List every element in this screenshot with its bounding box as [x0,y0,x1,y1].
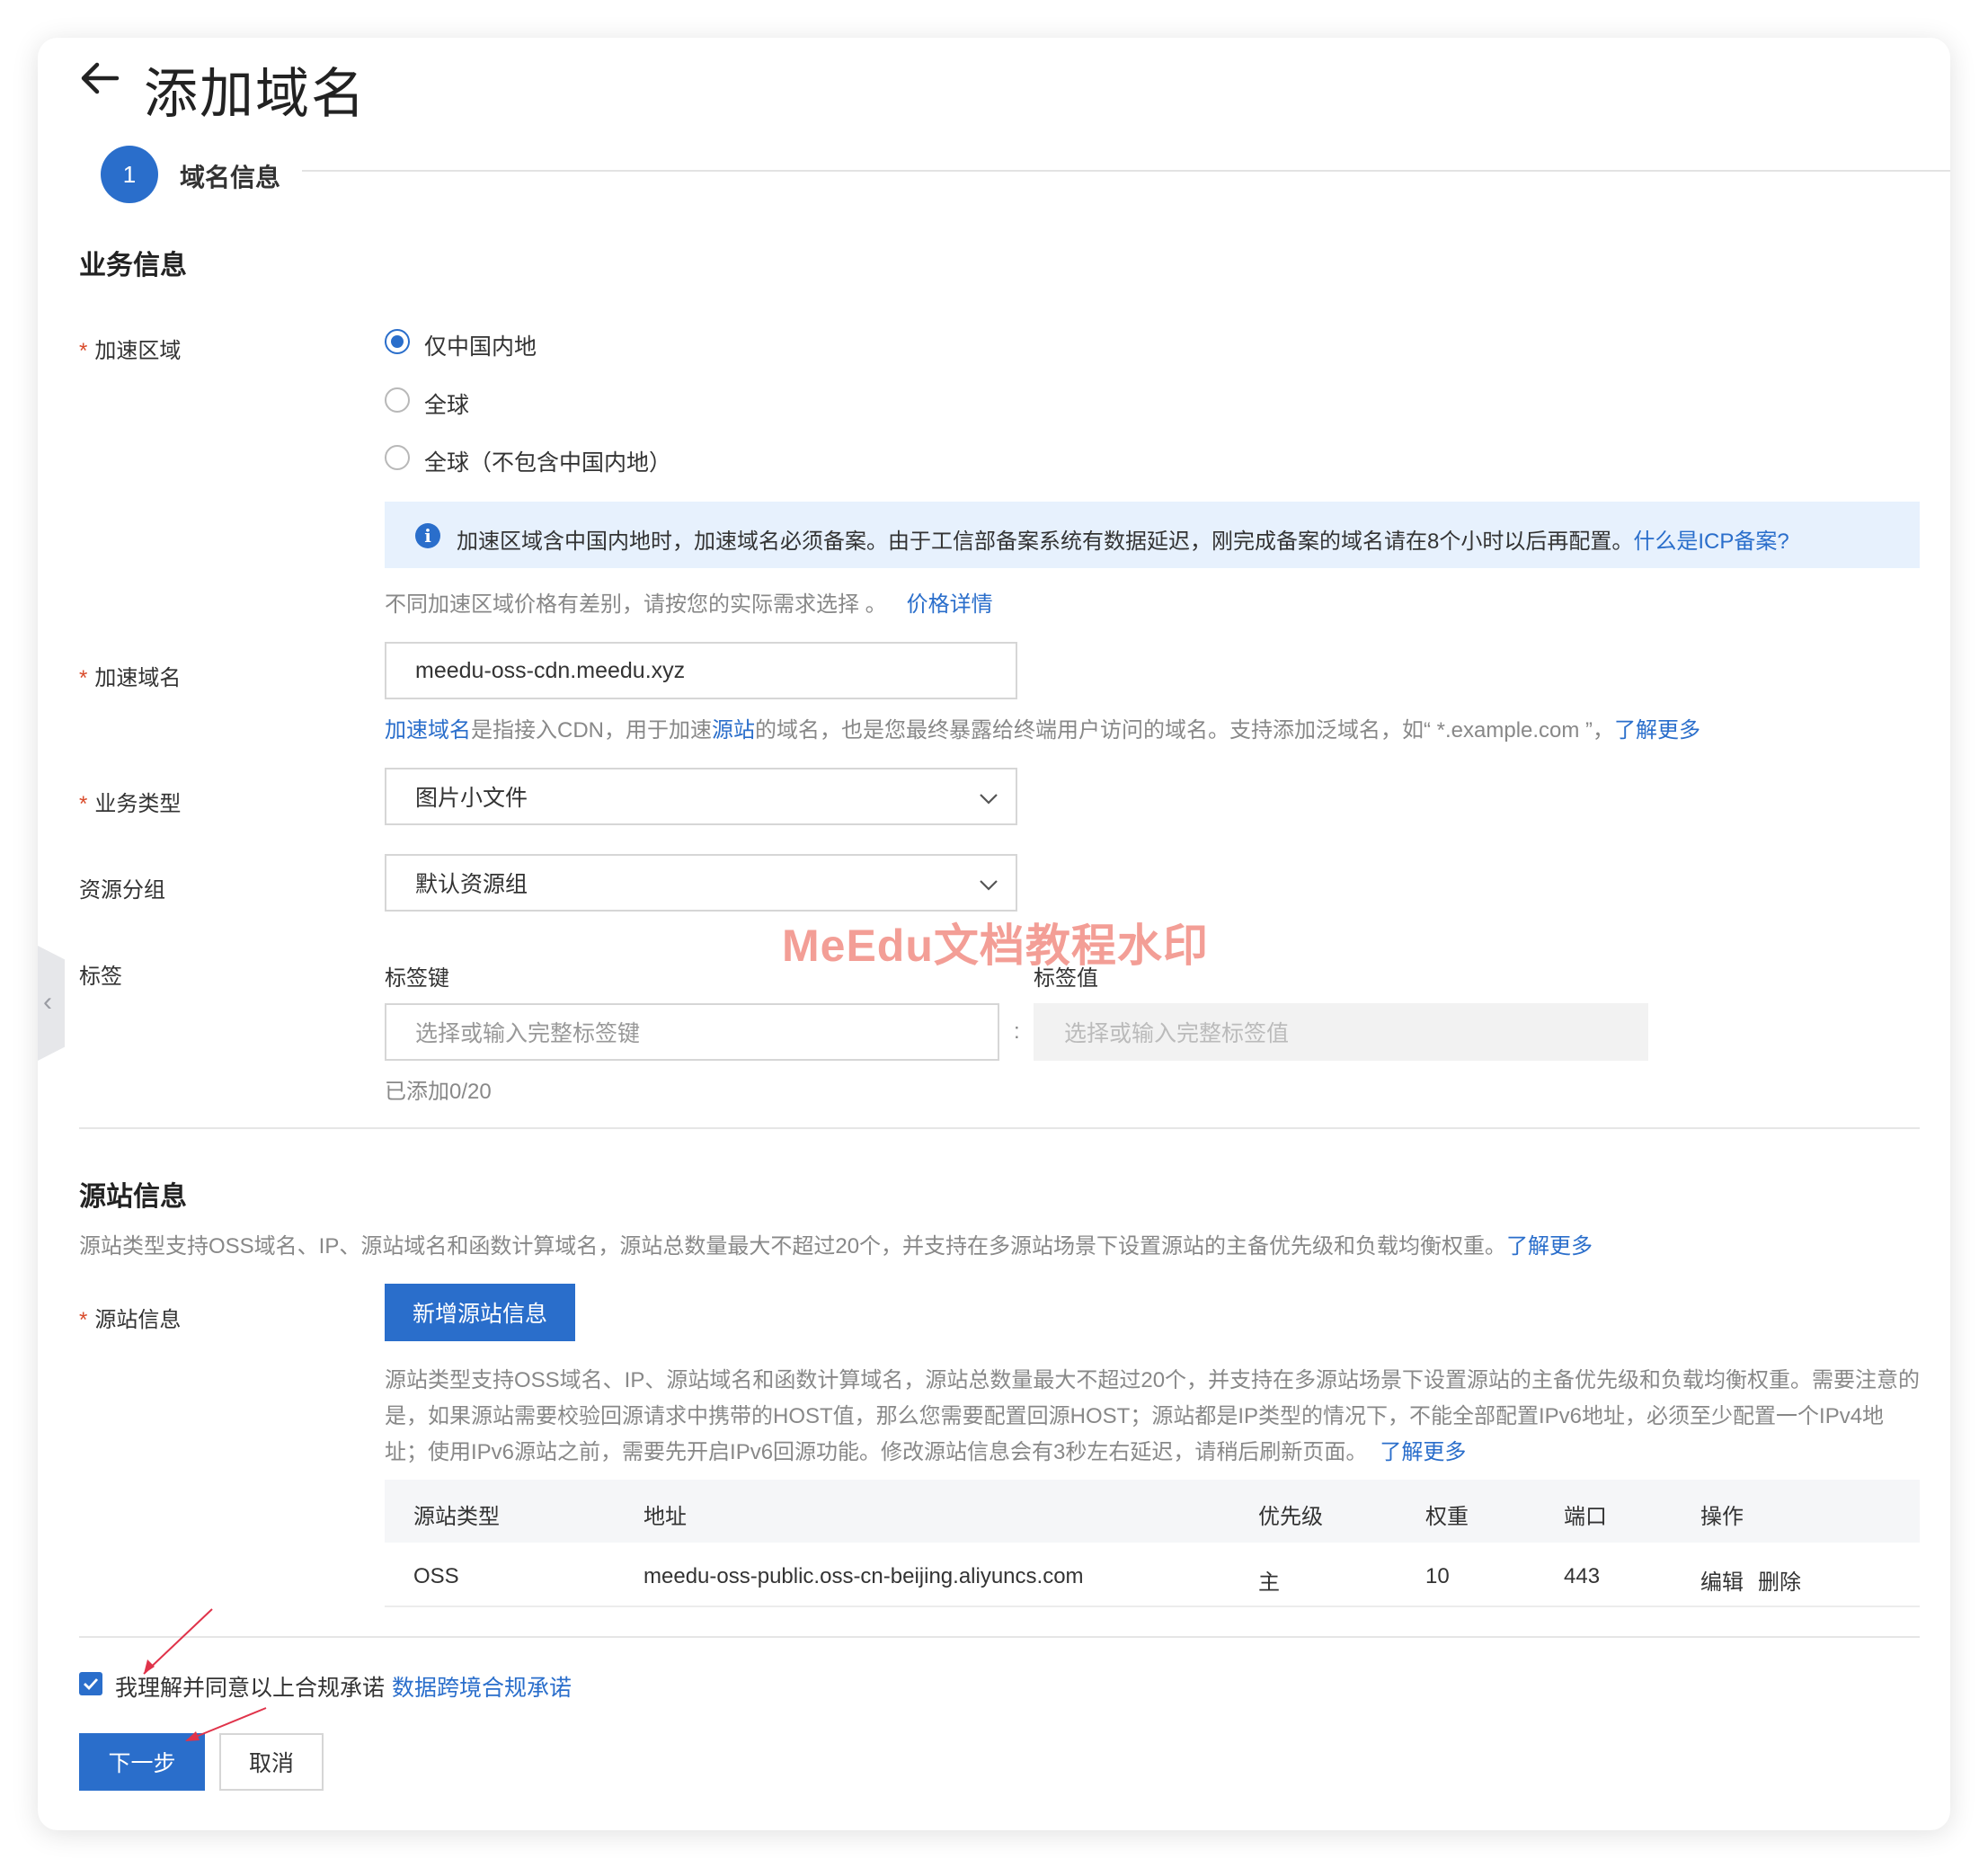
annotation-arrows [143,1608,267,1741]
